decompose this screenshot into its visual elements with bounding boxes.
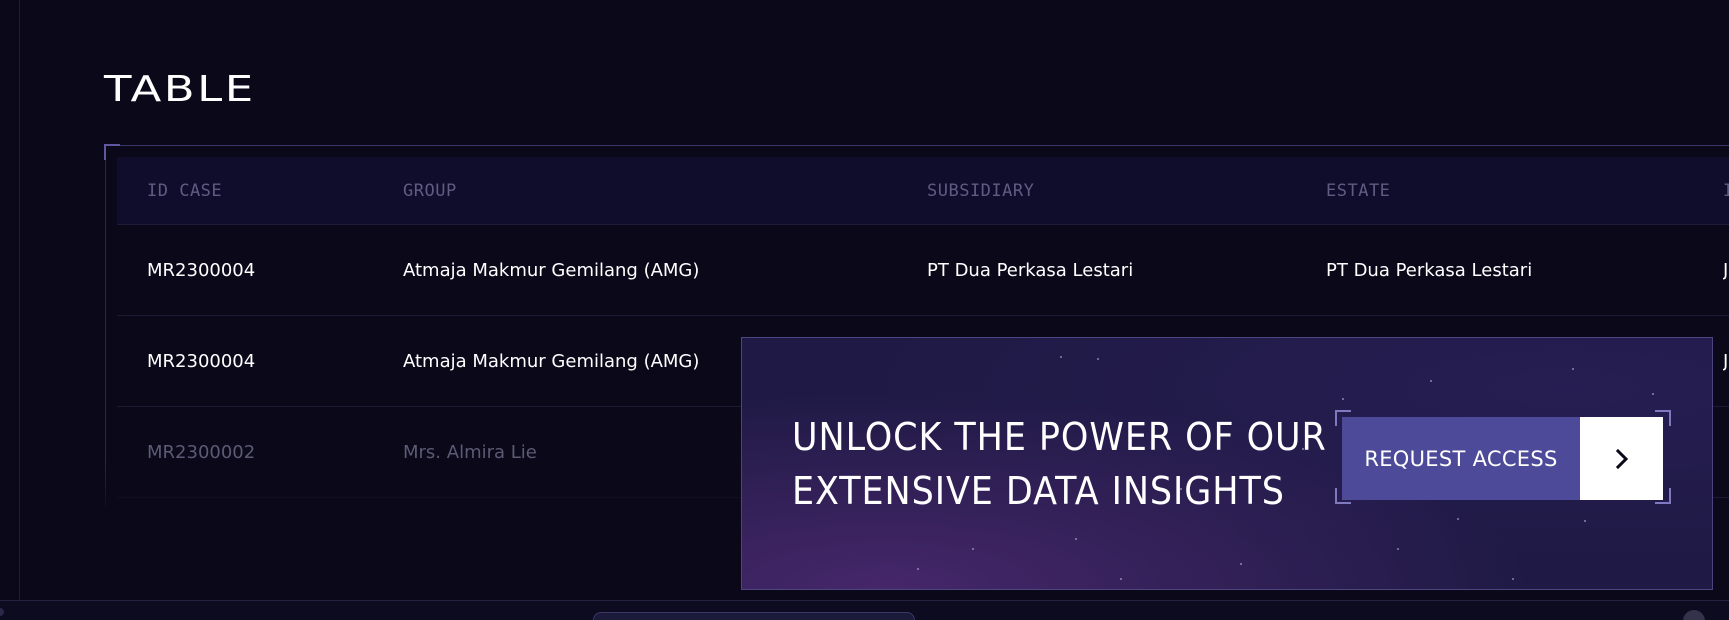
star-decoration <box>1512 578 1514 580</box>
cell-id-case: MR2300004 <box>147 259 256 281</box>
cell-subsidiary: PT Dua Perkasa Lestari <box>927 259 1134 281</box>
column-header-subsidiary[interactable]: SUBSIDIARY <box>927 157 1034 224</box>
chevron-right-icon-svg <box>1615 448 1628 469</box>
star-decoration <box>1342 398 1344 400</box>
request-access-label: REQUEST ACCESS <box>1342 417 1580 500</box>
star-decoration <box>1097 358 1099 360</box>
request-access-button-frame: REQUEST ACCESS <box>1335 410 1671 504</box>
request-access-button[interactable]: REQUEST ACCESS <box>1342 417 1663 500</box>
banner-headline-line2: EXTENSIVE DATA INSIGHTS <box>792 469 1285 513</box>
star-decoration <box>1060 356 1062 358</box>
star-decoration <box>1397 548 1399 550</box>
star-decoration <box>1652 393 1654 395</box>
star-decoration <box>1457 518 1459 520</box>
table-fade-overlay <box>105 460 745 520</box>
cell-truncated: J <box>1723 259 1729 281</box>
banner-headline-line1: UNLOCK THE POWER OF OUR <box>792 415 1327 459</box>
column-header-id-case[interactable]: ID CASE <box>147 157 222 224</box>
chevron-right-icon <box>1580 417 1663 500</box>
cell-group: Atmaja Makmur Gemilang (AMG) <box>403 350 700 372</box>
cell-truncated: J <box>1723 350 1729 372</box>
cell-estate: PT Dua Perkasa Lestari <box>1326 259 1533 281</box>
star-decoration <box>1240 563 1242 565</box>
star-decoration <box>917 568 919 570</box>
cell-id-case: MR2300004 <box>147 350 256 372</box>
cell-truncated <box>1723 407 1729 497</box>
star-decoration <box>1584 520 1586 522</box>
star-decoration <box>972 548 974 550</box>
column-header-estate[interactable]: ESTATE <box>1326 157 1390 224</box>
table-row[interactable]: MR2300004 Atmaja Makmur Gemilang (AMG) P… <box>117 225 1729 316</box>
left-divider <box>19 0 20 600</box>
star-decoration <box>1430 380 1432 382</box>
star-decoration <box>1075 538 1077 540</box>
table-header-row: ID CASE GROUP SUBSIDIARY ESTATE I <box>117 157 1729 225</box>
star-decoration <box>1572 368 1574 370</box>
bottom-pill-control[interactable] <box>593 612 915 620</box>
cell-group: Atmaja Makmur Gemilang (AMG) <box>403 259 700 281</box>
column-header-group[interactable]: GROUP <box>403 157 457 224</box>
column-header-truncated[interactable]: I <box>1723 157 1729 224</box>
request-access-banner: UNLOCK THE POWER OF OUR EXTENSIVE DATA I… <box>741 337 1713 590</box>
page: TABLE ID CASE GROUP SUBSIDIARY ESTATE I … <box>0 0 1729 620</box>
banner-headline: UNLOCK THE POWER OF OUR EXTENSIVE DATA I… <box>792 410 1327 518</box>
section-title: TABLE <box>104 69 256 110</box>
star-decoration <box>1120 578 1122 580</box>
